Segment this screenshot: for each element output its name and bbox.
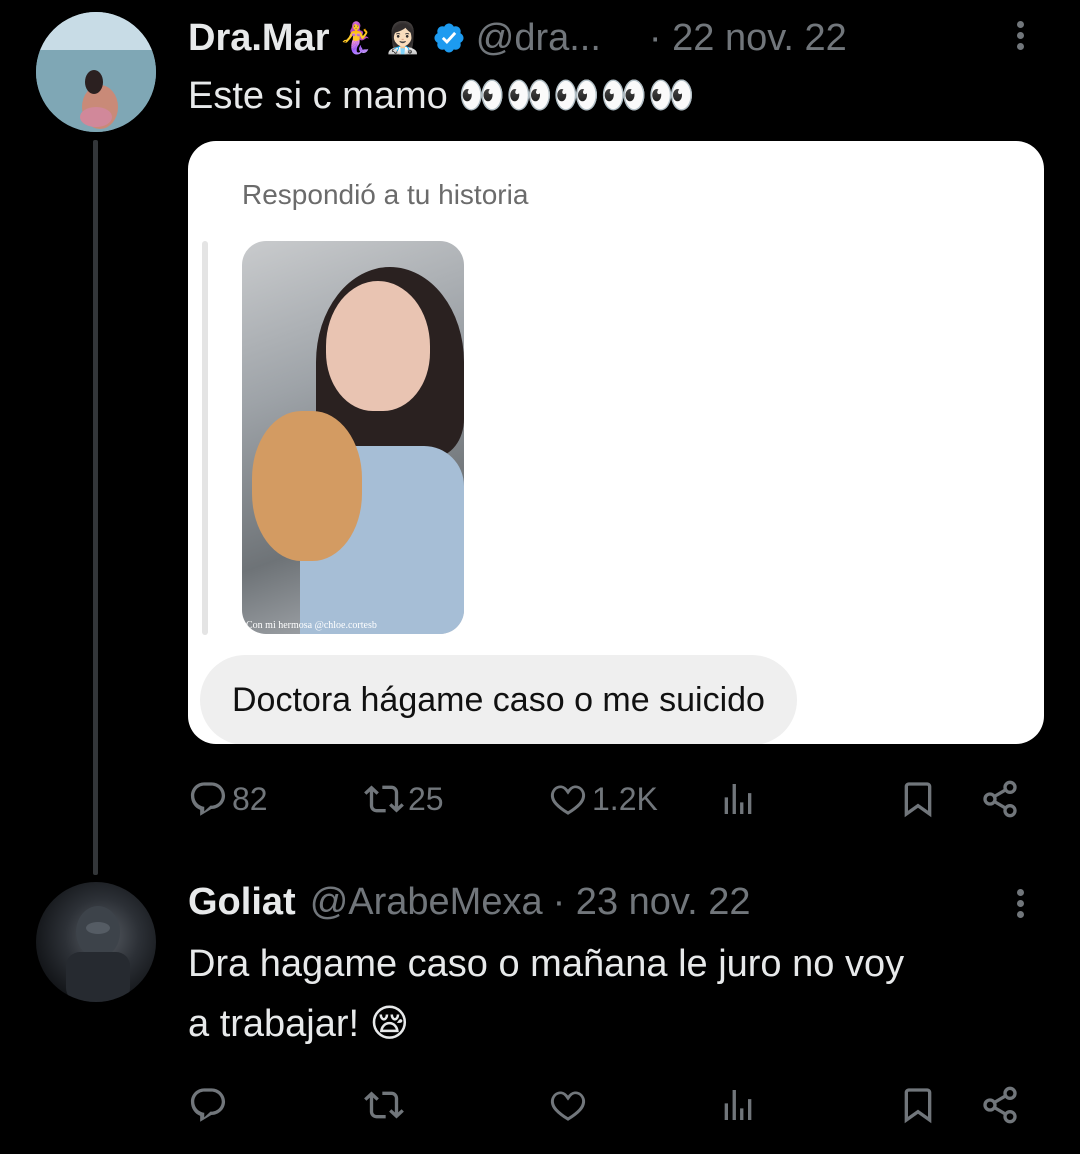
avatar-goliat[interactable] — [36, 882, 156, 1002]
like-icon — [550, 1091, 586, 1121]
retweet-count: 25 — [408, 780, 444, 817]
bookmark-button[interactable] — [898, 1080, 938, 1130]
share-icon — [983, 1086, 1017, 1124]
share-button[interactable] — [980, 774, 1020, 824]
like-count: 1.2K — [592, 780, 658, 817]
views-icon — [724, 1090, 752, 1120]
like-button[interactable]: 1.2K — [548, 774, 658, 824]
share-button[interactable] — [980, 1080, 1020, 1130]
bookmark-icon — [904, 782, 932, 818]
avatar-dramar[interactable] — [36, 12, 156, 132]
author-handle[interactable]: @ArabeMexa — [310, 881, 543, 924]
reply-icon — [190, 1088, 226, 1122]
bookmark-button[interactable] — [898, 774, 938, 824]
views-button[interactable] — [718, 1080, 758, 1130]
views-icon — [724, 784, 752, 814]
reply-count: 82 — [232, 780, 268, 817]
thread-line — [93, 140, 98, 875]
tweet1-actions: 82 25 1.2K — [188, 774, 1028, 824]
tweet-date[interactable]: · 22 nov. 22 — [649, 17, 847, 60]
name-emojis: 🧜‍♀️ 👩🏻‍⚕️ — [337, 20, 422, 56]
views-button[interactable] — [718, 774, 758, 824]
retweet-icon — [364, 785, 404, 813]
author-name[interactable]: Dra.Mar — [188, 17, 330, 60]
story-caption: Con mi hermosa @chloe.cortesb — [246, 620, 377, 631]
retweet-button[interactable]: 25 — [364, 774, 444, 824]
bookmark-icon — [904, 1088, 932, 1124]
tweet-text-line2: a trabajar! 😪 — [188, 1003, 410, 1045]
message-bubble: Doctora hágame caso o me suicido — [200, 655, 797, 744]
tweet1-header: Dra.Mar 🧜‍♀️ 👩🏻‍⚕️ @dra... · 22 nov. 22 — [188, 12, 847, 64]
retweet-icon — [364, 1091, 404, 1119]
share-icon — [983, 780, 1017, 818]
verified-icon — [432, 21, 466, 55]
story-reply-label: Respondió a tu historia — [242, 179, 529, 210]
retweet-button[interactable] — [364, 1080, 404, 1130]
reply-button[interactable]: 82 — [188, 774, 268, 824]
reply-icon — [190, 782, 226, 816]
author-handle[interactable]: @dra... — [476, 17, 601, 60]
tweet-text: Este si c mamo 👀👀👀👀👀 — [188, 75, 695, 117]
tweet-image-card[interactable]: Respondió a tu historia Con mi hermosa @… — [188, 141, 1044, 744]
reply-button[interactable] — [188, 1080, 228, 1130]
story-thumbnail: Con mi hermosa @chloe.cortesb — [242, 241, 464, 634]
more-icon[interactable] — [1010, 18, 1030, 58]
tweet2-actions — [188, 1080, 1028, 1130]
quote-bar — [202, 241, 208, 635]
like-icon — [550, 785, 586, 815]
tweet-text-line1: Dra hagame caso o mañana le juro no voy — [188, 943, 905, 985]
tweet-date[interactable]: · 23 nov. 22 — [553, 881, 751, 924]
author-name[interactable]: Goliat — [188, 881, 296, 924]
tweet2-header: Goliat @ArabeMexa · 23 nov. 22 — [188, 876, 750, 928]
more-icon[interactable] — [1010, 886, 1030, 926]
like-button[interactable] — [548, 1080, 588, 1130]
